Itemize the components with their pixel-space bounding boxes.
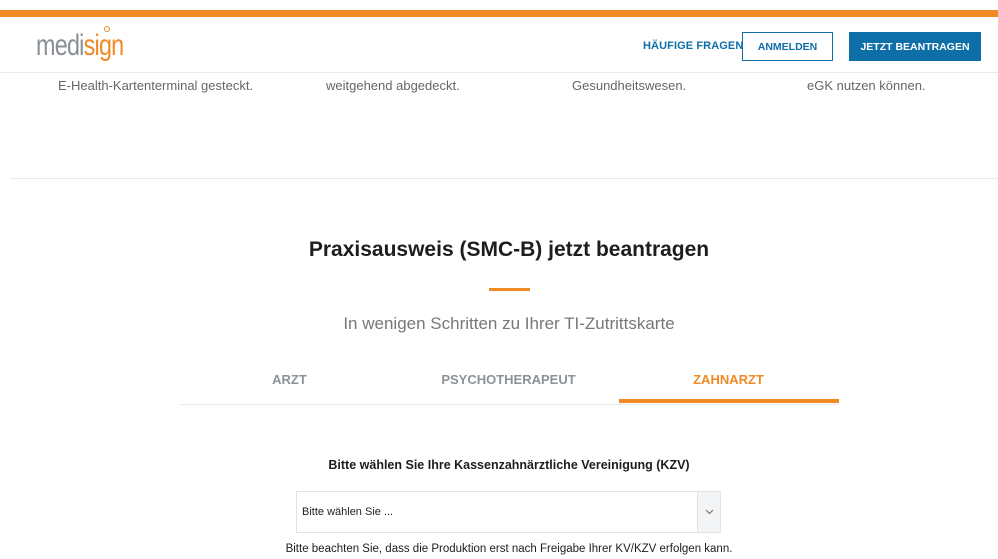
tab-psychotherapeut[interactable]: PSYCHOTHERAPEUT <box>399 372 618 387</box>
feature-text: eGK nutzen können. <box>807 78 926 93</box>
production-note: Bitte beachten Sie, dass die Produktion … <box>285 543 733 555</box>
kzv-select-value: Bitte wählen Sie ... <box>302 506 394 518</box>
section-title: Praxisausweis (SMC-B) jetzt beantragen <box>308 238 710 261</box>
feature-text: Gesundheitswesen. <box>572 78 687 93</box>
tab-zahnarzt[interactable]: ZAHNARZT <box>619 372 838 387</box>
faq-link[interactable]: HÄUFIGE FRAGEN <box>643 40 743 52</box>
profession-tabs: ARZT PSYCHOTHERAPEUT ZAHNARZT <box>180 364 839 405</box>
tab-arzt[interactable]: ARZT <box>180 372 399 387</box>
top-accent-bar <box>0 10 998 17</box>
feature-text: E-Health-Kartenterminal gesteckt. <box>58 78 254 93</box>
login-button[interactable]: ANMELDEN <box>742 32 833 61</box>
header-divider <box>0 72 998 73</box>
kzv-select-label: Bitte wählen Sie Ihre Kassenzahnärztlich… <box>328 458 690 472</box>
kzv-select[interactable]: Bitte wählen Sie ... <box>296 491 721 533</box>
title-underline <box>489 288 530 291</box>
logo-dot-icon <box>104 26 110 32</box>
feature-snippets: E-Health-Kartenterminal gesteckt. weitge… <box>0 78 998 98</box>
apply-now-button[interactable]: JETZT BEANTRAGEN <box>849 32 981 61</box>
section-subtitle: In wenigen Schritten zu Ihrer TI-Zutritt… <box>343 314 675 333</box>
medisign-logo[interactable]: medisign <box>36 26 148 71</box>
chevron-down-icon[interactable] <box>697 492 720 532</box>
logo-wordmark: medisign <box>36 29 124 62</box>
feature-text: weitgehend abgedeckt. <box>326 78 460 93</box>
section-divider <box>10 178 998 179</box>
active-tab-indicator <box>619 399 839 403</box>
